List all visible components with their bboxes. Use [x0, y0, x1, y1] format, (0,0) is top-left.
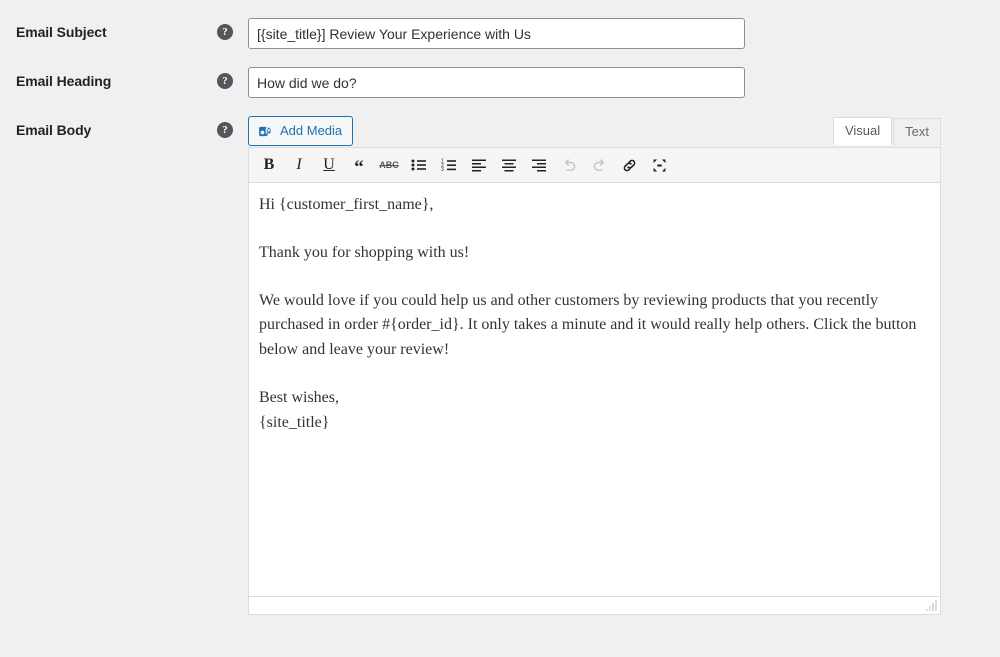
label-cell-email-heading: Email Heading	[0, 67, 217, 92]
bold-glyph: B	[263, 156, 275, 173]
editor-mode-tabs: Visual Text	[832, 116, 941, 145]
help-circle-icon[interactable]: ?	[217, 73, 233, 89]
editor-paragraph: We would love if you could help us and o…	[259, 291, 917, 359]
editor-content-area[interactable]: Hi {customer_first_name}, Thank you for …	[249, 183, 940, 596]
help-circle-icon[interactable]: ?	[217, 24, 233, 40]
field-cell-email-heading	[248, 67, 1000, 98]
label-cell-email-body: Email Body	[0, 116, 217, 141]
blockquote-glyph: “	[354, 157, 364, 179]
bold-button[interactable]: B	[254, 150, 284, 180]
help-circle-icon[interactable]: ?	[217, 122, 233, 138]
settings-form-table: Email Subject ? Email Heading ? Email Bo…	[0, 0, 1000, 615]
label-cell-email-subject: Email Subject	[0, 18, 217, 43]
editor-paragraph: Hi {customer_first_name},	[259, 196, 434, 213]
underline-glyph: U	[323, 156, 335, 173]
fullscreen-button[interactable]	[644, 150, 674, 180]
svg-text:3: 3	[441, 167, 444, 173]
align-left-icon	[471, 157, 487, 173]
align-center-icon	[501, 157, 517, 173]
italic-button[interactable]: I	[284, 150, 314, 180]
bulleted-list-icon	[411, 157, 427, 173]
italic-glyph: I	[296, 156, 302, 173]
align-right-button[interactable]	[524, 150, 554, 180]
redo-icon	[591, 157, 608, 174]
distraction-free-icon	[651, 157, 668, 174]
label-email-subject: Email Subject	[16, 24, 107, 40]
numbered-list-button[interactable]: 1 2 3	[434, 150, 464, 180]
help-cell-email-heading: ?	[217, 67, 248, 89]
editor-paragraph: Thank you for shopping with us!	[259, 243, 470, 261]
help-cell-email-body: ?	[217, 116, 248, 138]
editor-paragraph-signature: Best wishes, {site_title}	[259, 386, 926, 436]
email-subject-input[interactable]	[248, 18, 745, 49]
label-email-heading: Email Heading	[16, 73, 112, 89]
editor-statusbar	[249, 596, 940, 614]
editor-container: B I U “ ABC 1 2 3 Hi {customer_first_nam…	[248, 147, 941, 615]
email-heading-input[interactable]	[248, 67, 745, 98]
editor-header: Add Media Visual Text	[248, 116, 941, 147]
align-left-button[interactable]	[464, 150, 494, 180]
field-cell-email-body: Add Media Visual Text B I U “ ABC 1 2 3 …	[248, 116, 1000, 615]
add-media-button[interactable]: Add Media	[248, 116, 354, 146]
label-email-body: Email Body	[16, 122, 92, 138]
add-media-label: Add Media	[280, 123, 343, 138]
link-icon	[621, 157, 638, 174]
help-cell-email-subject: ?	[217, 18, 248, 40]
align-center-button[interactable]	[494, 150, 524, 180]
signature-line: {site_title}	[259, 413, 330, 431]
insert-media-icon	[257, 123, 274, 140]
closing-line: Best wishes,	[259, 388, 339, 406]
undo-icon	[561, 157, 578, 174]
wp-editor: Add Media Visual Text B I U “ ABC 1 2 3 …	[248, 116, 941, 615]
blockquote-button[interactable]: “	[344, 150, 374, 180]
resize-grip-icon[interactable]	[922, 597, 938, 613]
bulleted-list-button[interactable]	[404, 150, 434, 180]
undo-button[interactable]	[554, 150, 584, 180]
tab-visual[interactable]: Visual	[832, 117, 893, 145]
strikethrough-button[interactable]: ABC	[374, 150, 404, 180]
align-right-icon	[531, 157, 547, 173]
form-row-email-body: Email Body ? Add Media Visual Text B I U…	[0, 98, 1000, 615]
insert-link-button[interactable]	[614, 150, 644, 180]
editor-toolbar: B I U “ ABC 1 2 3	[249, 148, 940, 183]
tab-text[interactable]: Text	[893, 118, 941, 145]
strikethrough-glyph: ABC	[379, 160, 399, 170]
form-row-email-subject: Email Subject ?	[0, 0, 1000, 49]
redo-button[interactable]	[584, 150, 614, 180]
underline-button[interactable]: U	[314, 150, 344, 180]
form-row-email-heading: Email Heading ?	[0, 49, 1000, 98]
field-cell-email-subject	[248, 18, 1000, 49]
numbered-list-icon: 1 2 3	[441, 157, 457, 173]
